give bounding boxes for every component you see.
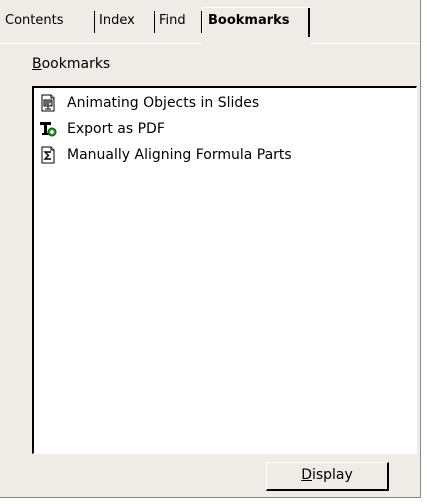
- display-button-mnemonic: D: [301, 467, 312, 483]
- bookmark-label: Animating Objects in Slides: [67, 95, 260, 111]
- formula-doc-icon: [41, 146, 55, 164]
- bookmark-label: Export as PDF: [67, 121, 165, 137]
- bookmark-label: Manually Aligning Formula Parts: [67, 147, 292, 163]
- list-item[interactable]: Manually Aligning Formula Parts: [34, 142, 414, 168]
- tab-bookmarks-label: Bookmarks: [208, 13, 290, 28]
- tab-baseline: [0, 43, 202, 44]
- tab-bar: Contents Index Find Bookmarks: [0, 7, 420, 44]
- tab-index[interactable]: Index: [95, 8, 155, 35]
- tab-bookmarks[interactable]: Bookmarks: [202, 7, 310, 37]
- list-item[interactable]: Animating Objects in Slides: [34, 90, 414, 116]
- tab-index-label: Index: [99, 13, 135, 28]
- display-button-rest: isplay: [311, 467, 353, 483]
- tab-baseline: [310, 43, 420, 44]
- tab-separator: [308, 8, 310, 37]
- bookmarks-label-mnemonic: B: [32, 56, 42, 72]
- tab-find[interactable]: Find: [155, 8, 202, 35]
- bookmarks-label-rest: ookmarks: [41, 56, 111, 72]
- tab-contents[interactable]: Contents: [0, 8, 95, 35]
- bookmarks-list[interactable]: Animating Objects in Slides Export as PD…: [32, 86, 417, 454]
- list-item[interactable]: Export as PDF: [34, 116, 414, 142]
- text-doc-icon: [40, 122, 57, 137]
- tab-find-label: Find: [159, 13, 186, 28]
- bookmarks-label: Bookmarks: [32, 54, 110, 74]
- presentation-doc-icon: [41, 94, 55, 112]
- tab-contents-label: Contents: [5, 13, 64, 28]
- display-button[interactable]: Display: [266, 462, 389, 491]
- help-window: Contents Index Find Bookmarks Bookmarks: [0, 0, 421, 498]
